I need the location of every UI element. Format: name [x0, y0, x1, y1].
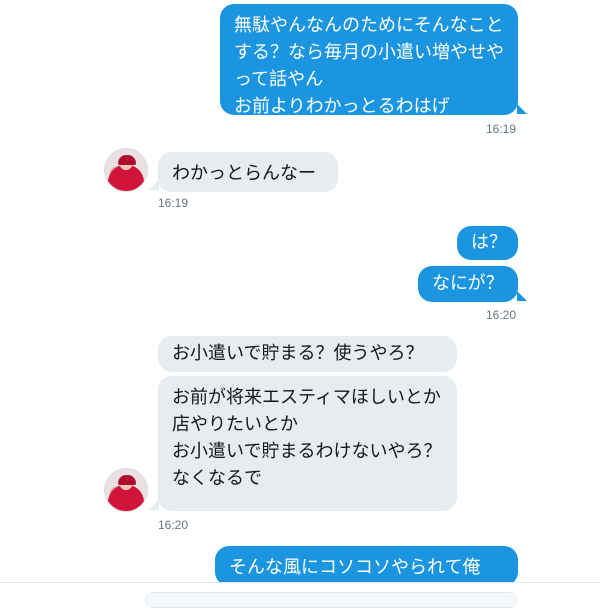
- timestamp: 16:20: [486, 308, 517, 322]
- user-avatar-icon[interactable]: [104, 148, 148, 192]
- bubble-tail: [149, 500, 159, 510]
- timestamp: 16:19: [158, 196, 189, 210]
- bubble-tail: [517, 104, 527, 114]
- message-incoming[interactable]: お小遣いで貯まる？使うやろ？: [158, 336, 457, 372]
- user-avatar-icon[interactable]: [104, 468, 148, 512]
- timestamp: 16:19: [486, 122, 517, 136]
- message-incoming[interactable]: お前が将来エスティマほしいとか 店やりたいとか お小遣いで貯まるわけないやろ？な…: [158, 376, 457, 511]
- bubble-tail: [149, 180, 159, 190]
- message-outgoing[interactable]: 無駄やんなんのためにそんなことする？なら毎月の小遣い増やせやって話やん お前より…: [220, 4, 518, 117]
- message-composer: [0, 582, 600, 608]
- message-incoming[interactable]: わかっとらんなー: [158, 152, 338, 192]
- bubble-tail: [517, 291, 527, 301]
- message-outgoing[interactable]: は？: [457, 226, 518, 260]
- message-outgoing[interactable]: なにが？: [418, 266, 518, 302]
- message-outgoing[interactable]: そんな風にコソコソやられて俺: [215, 546, 518, 586]
- timestamp: 16:20: [158, 518, 189, 532]
- message-input[interactable]: [145, 592, 517, 608]
